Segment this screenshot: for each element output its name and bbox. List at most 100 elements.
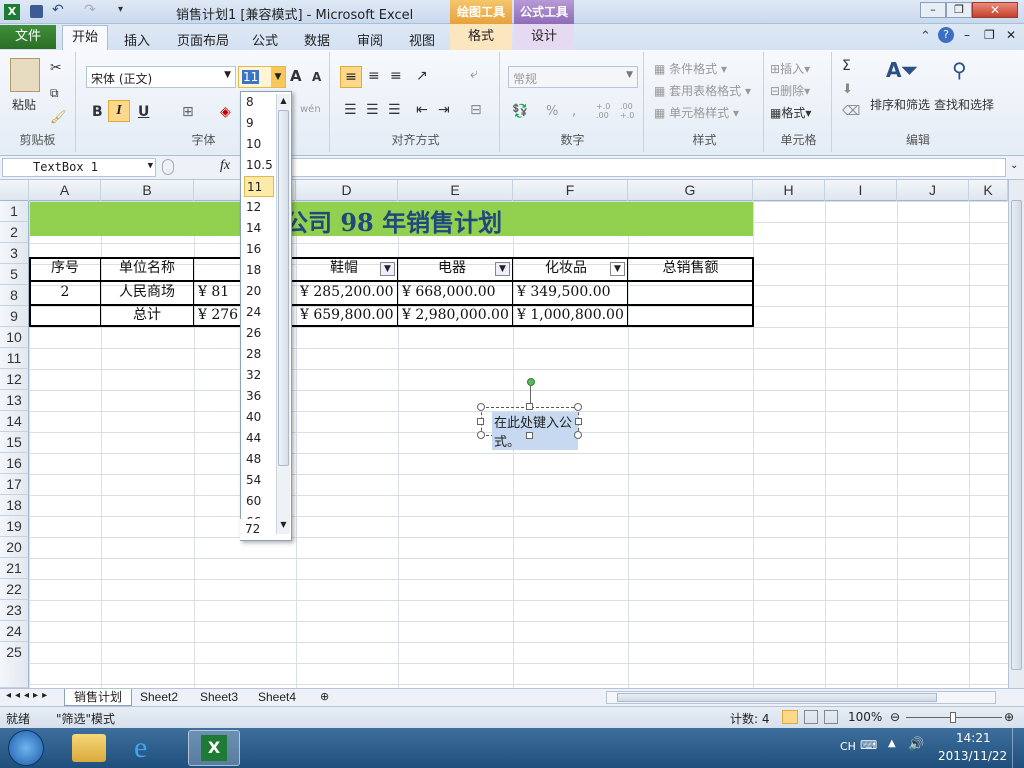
row-header[interactable]: 18	[0, 495, 29, 516]
autosum-button[interactable]: Σ	[842, 58, 851, 74]
undo-icon[interactable]: ↶	[52, 2, 64, 18]
font-size-option[interactable]: 40	[244, 407, 274, 428]
zoom-slider-thumb[interactable]	[950, 712, 956, 723]
tab-review[interactable]: 审阅	[357, 30, 383, 49]
bottom-align-icon[interactable]: ≡	[390, 68, 402, 84]
align-left-icon[interactable]: ☰	[344, 102, 357, 118]
header-shoes[interactable]: 鞋帽	[330, 258, 380, 279]
input-language[interactable]: CH	[840, 740, 856, 753]
quick-access-menu-icon[interactable]: ▾	[118, 4, 123, 15]
save-icon[interactable]	[30, 5, 43, 18]
font-size-option[interactable]: 14	[244, 218, 274, 239]
binoculars-icon[interactable]: ⚲	[952, 58, 967, 82]
horizontal-scroll-thumb[interactable]	[617, 693, 937, 702]
rotate-handle[interactable]	[527, 378, 535, 386]
cell-b8[interactable]: 总计	[101, 305, 193, 326]
font-size-option[interactable]: 54	[244, 470, 274, 491]
scroll-down-icon[interactable]: ▼	[277, 518, 290, 532]
page-layout-view-icon[interactable]	[804, 710, 818, 724]
phonetic-icon[interactable]: wén	[300, 104, 321, 115]
sheet-tab[interactable]: Sheet4	[258, 690, 296, 704]
font-size-option[interactable]: 12	[244, 197, 274, 218]
comma-button[interactable]: ,	[572, 104, 576, 119]
font-size-option[interactable]: 48	[244, 449, 274, 470]
keyboard-icon[interactable]: ⌨	[860, 738, 877, 752]
format-painter-icon[interactable]: 🖌	[50, 110, 67, 125]
tab-home[interactable]: 开始	[62, 25, 108, 50]
font-size-option[interactable]: 16	[244, 239, 274, 260]
cell-d5[interactable]: ¥ 285,200.00	[300, 282, 396, 303]
dropdown-scrollbar[interactable]: ▲ ▼	[276, 94, 290, 534]
doc-close-icon[interactable]: ✕	[1006, 28, 1016, 42]
expand-handle[interactable]	[162, 159, 174, 175]
cell-c8[interactable]: ¥ 276	[198, 305, 243, 326]
format-as-table-button[interactable]: ▦ 套用表格格式 ▾	[654, 82, 751, 99]
col-header-e[interactable]: E	[398, 180, 513, 201]
row-header[interactable]: 2	[0, 222, 29, 243]
font-size-option[interactable]: 18	[244, 260, 274, 281]
excel-taskbar-button[interactable]: X	[188, 730, 240, 766]
redo-icon[interactable]: ↷	[84, 2, 96, 18]
col-header-h[interactable]: H	[753, 180, 825, 201]
shrink-font-button[interactable]: A	[312, 70, 321, 84]
tab-page-layout[interactable]: 页面布局	[177, 30, 229, 49]
paste-icon[interactable]	[10, 58, 40, 92]
font-size-option[interactable]: 60	[244, 491, 274, 512]
show-desktop-button[interactable]	[1012, 728, 1024, 768]
col-header-f[interactable]: F	[513, 180, 628, 201]
find-select-button[interactable]: 查找和选择	[934, 96, 994, 113]
underline-button[interactable]: U	[138, 104, 149, 120]
equation-placeholder[interactable]: 在此处键入公式。	[492, 412, 578, 450]
filter-icon[interactable]: ▼	[495, 262, 510, 276]
zoom-level[interactable]: 100%	[848, 710, 882, 724]
restore-button[interactable]: ❐	[946, 2, 972, 18]
row-header[interactable]: 17	[0, 474, 29, 495]
tray-expand-icon[interactable]: ▲	[888, 738, 896, 749]
col-header-j[interactable]: J	[897, 180, 969, 201]
cell-f5[interactable]: ¥ 349,500.00	[517, 282, 627, 303]
row-header[interactable]: 15	[0, 432, 29, 453]
conditional-format-button[interactable]: ▦ 条件格式 ▾	[654, 60, 727, 77]
sheet-nav-icons[interactable]: ◂◂◂▸▸	[6, 690, 51, 701]
col-header-b[interactable]: B	[101, 180, 194, 201]
row-header[interactable]: 8	[0, 285, 29, 306]
row-header[interactable]: 10	[0, 327, 29, 348]
increase-decimal-button[interactable]: +.0 .00	[596, 102, 618, 120]
number-format-select[interactable]: 常规 ▼	[508, 66, 638, 88]
font-size-option[interactable]: 26	[244, 323, 274, 344]
header-unit[interactable]: 单位名称	[101, 258, 193, 279]
col-header-i[interactable]: I	[825, 180, 897, 201]
decrease-indent-icon[interactable]: ⇤	[416, 102, 428, 118]
page-break-view-icon[interactable]	[824, 710, 838, 724]
font-size-option[interactable]: 9	[244, 113, 274, 134]
row-header[interactable]: 20	[0, 537, 29, 558]
insert-cells-button[interactable]: ⊞插入▾	[770, 60, 810, 77]
decrease-decimal-button[interactable]: .00 +.0	[620, 102, 642, 120]
merge-icon[interactable]: ⊟	[470, 102, 482, 118]
header-electrical[interactable]: 电器	[438, 258, 488, 279]
clear-icon[interactable]: ⌫	[842, 104, 860, 119]
grow-font-button[interactable]: A	[290, 67, 302, 85]
header-total[interactable]: 总销售额	[628, 258, 753, 279]
row-header[interactable]: 9	[0, 306, 29, 327]
paste-button[interactable]: 粘贴	[12, 96, 36, 113]
format-cells-button[interactable]: ▦格式▾	[770, 104, 811, 121]
orientation-icon[interactable]: ↗	[416, 68, 428, 84]
font-size-option[interactable]: 28	[244, 344, 274, 365]
col-header-a[interactable]: A	[29, 180, 101, 201]
help-icon[interactable]: ?	[938, 27, 954, 43]
sort-filter-icon[interactable]: A⏷	[886, 58, 917, 82]
row-header[interactable]: 16	[0, 453, 29, 474]
collapse-ribbon-icon[interactable]: ⌃	[920, 29, 931, 44]
font-size-option[interactable]: 20	[244, 281, 274, 302]
tab-formulas[interactable]: 公式	[252, 30, 278, 49]
align-right-icon[interactable]: ☰	[388, 102, 401, 118]
name-box[interactable]: TextBox 1 ▼	[2, 158, 156, 177]
zoom-out-icon[interactable]: ⊖	[890, 710, 900, 724]
tab-data[interactable]: 数据	[304, 30, 330, 49]
horizontal-scrollbar[interactable]	[606, 691, 996, 704]
col-header-d[interactable]: D	[296, 180, 398, 201]
tab-file[interactable]: 文件	[0, 25, 56, 49]
row-header[interactable]: 25	[0, 642, 29, 688]
middle-align-icon[interactable]: ≡	[368, 68, 380, 84]
